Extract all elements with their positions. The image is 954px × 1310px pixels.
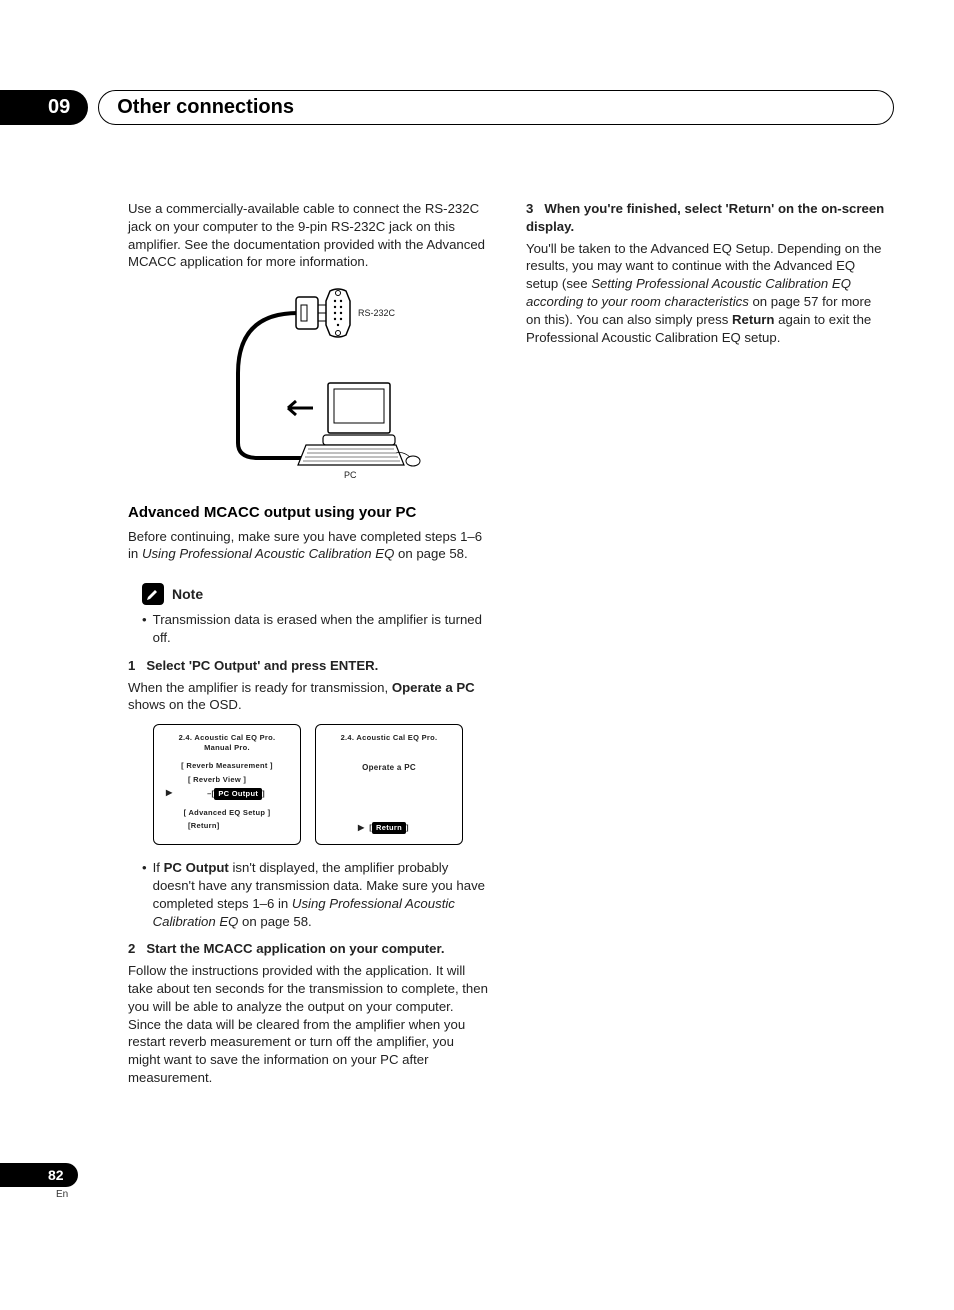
step-1-heading: 1 Select 'PC Output' and press ENTER.	[128, 657, 488, 675]
sub-intro-b: on page 58.	[394, 546, 467, 561]
step-1-num: 1	[128, 658, 135, 673]
bullet-dot: •	[142, 611, 147, 647]
after-osd-a: If	[153, 860, 164, 875]
osd1-line5: [Return]	[160, 821, 294, 831]
cursor-arrow-icon: ▶	[166, 788, 172, 799]
diagram-pc-label: PC	[344, 469, 357, 481]
page-footer: 82 En	[0, 1163, 78, 1200]
chapter-number-pill: 09	[0, 90, 88, 125]
chapter-title: Other connections	[117, 96, 294, 118]
step-1-body-bold: Operate a PC	[392, 680, 475, 695]
bullet-dot: •	[142, 859, 147, 930]
page-header: 09 Other connections	[0, 90, 894, 125]
cursor-arrow-icon: ▶	[358, 823, 364, 834]
diagram-port-label: RS-232C	[358, 307, 395, 319]
note-label: Note	[172, 585, 203, 604]
note-row: Note	[142, 583, 488, 605]
rs232c-diagram: RS-232C PC	[178, 283, 438, 483]
chapter-title-wrap: Other connections	[98, 90, 894, 125]
page-language: En	[56, 1189, 78, 1200]
osd2-return-row: ▶ [Return]	[316, 822, 462, 834]
step-3-body: You'll be taken to the Advanced EQ Setup…	[526, 240, 886, 347]
step-1-title: Select 'PC Output' and press ENTER.	[146, 658, 378, 673]
osd1-title2: Manual Pro.	[160, 743, 294, 753]
step-3-heading: 3 When you're finished, select 'Return' …	[526, 200, 886, 236]
left-column: Use a commercially-available cable to co…	[128, 200, 488, 1091]
intro-paragraph: Use a commercially-available cable to co…	[128, 200, 488, 271]
after-osd-bullet: • If PC Output isn't displayed, the ampl…	[142, 859, 488, 930]
osd1-l3-suffix: ]	[262, 789, 265, 798]
after-osd-bold: PC Output	[164, 860, 229, 875]
osd1-line1: [ Reverb Measurement ]	[160, 761, 294, 771]
after-osd-text: If PC Output isn't displayed, the amplif…	[153, 859, 488, 930]
osd-screen-operate: 2.4. Acoustic Cal EQ Pro. Operate a PC ▶…	[315, 724, 463, 845]
step-1-body-b: shows on the OSD.	[128, 697, 242, 712]
right-column: 3 When you're finished, select 'Return' …	[526, 200, 886, 1091]
osd-row: 2.4. Acoustic Cal EQ Pro. Manual Pro. [ …	[128, 724, 488, 845]
page-number-pill: 82	[0, 1163, 78, 1187]
osd1-l3-sel: PC Output	[214, 788, 262, 800]
step-2-heading: 2 Start the MCACC application on your co…	[128, 940, 488, 958]
step-2-title: Start the MCACC application on your comp…	[146, 941, 444, 956]
note-bullet-text: Transmission data is erased when the amp…	[153, 611, 488, 647]
osd1-title1: 2.4. Acoustic Cal EQ Pro.	[160, 733, 294, 743]
step-3-num: 3	[526, 201, 533, 216]
step-3-title: When you're finished, select 'Return' on…	[526, 201, 884, 234]
osd1-l3-prefix: –[	[207, 789, 214, 798]
step-3-body-bold: Return	[732, 312, 775, 327]
osd1-line3: ▶ –[ PC Output ]	[160, 788, 294, 800]
sub-intro: Before continuing, make sure you have co…	[128, 528, 488, 564]
sub-intro-italic: Using Professional Acoustic Calibration …	[142, 546, 394, 561]
osd1-line4: [ Advanced EQ Setup ]	[160, 808, 294, 818]
note-bullet: • Transmission data is erased when the a…	[142, 611, 488, 647]
osd2-title: 2.4. Acoustic Cal EQ Pro.	[322, 733, 456, 743]
subheading-advanced-mcacc: Advanced MCACC output using your PC	[128, 503, 488, 523]
osd1-line2: [ Reverb View ]	[160, 775, 294, 785]
step-1-body-a: When the amplifier is ready for transmis…	[128, 680, 392, 695]
osd2-ret-suffix: ]	[406, 823, 409, 832]
osd2-ret-sel: Return	[372, 822, 406, 834]
content-columns: Use a commercially-available cable to co…	[128, 200, 894, 1091]
step-2-num: 2	[128, 941, 135, 956]
step-1-body: When the amplifier is ready for transmis…	[128, 679, 488, 715]
osd2-body: Operate a PC	[322, 763, 456, 774]
rs232c-diagram-svg	[178, 283, 438, 483]
osd-screen-menu: 2.4. Acoustic Cal EQ Pro. Manual Pro. [ …	[153, 724, 301, 845]
note-icon	[142, 583, 164, 605]
step-2-body: Follow the instructions provided with th…	[128, 962, 488, 1087]
osd1-title: 2.4. Acoustic Cal EQ Pro. Manual Pro.	[160, 733, 294, 753]
after-osd-c: on page 58.	[238, 914, 311, 929]
